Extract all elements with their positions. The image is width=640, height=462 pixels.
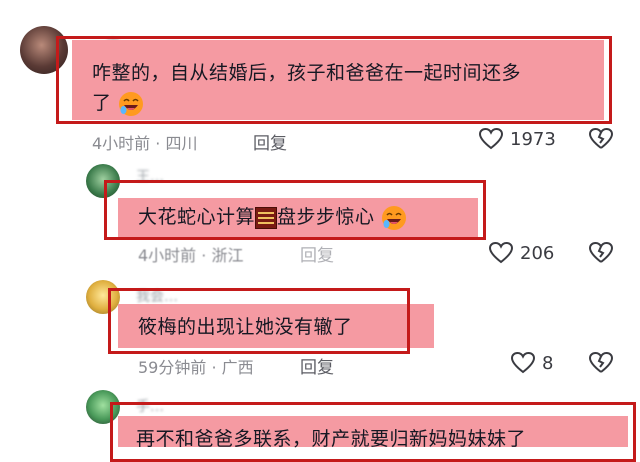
comment-meta: 4小时前 · 四川 xyxy=(92,134,198,153)
comment-1: 文… 咋整的，自从结婚后，孩子和爸爸在一起时间还多 了 4小时前 · 四川 回复… xyxy=(0,0,640,160)
laughing-emoji-icon xyxy=(382,205,407,230)
like-button[interactable]: 206 xyxy=(488,241,554,265)
broken-heart-outline-icon[interactable] xyxy=(588,241,614,265)
heart-outline-icon xyxy=(488,241,514,264)
comment-4: 手… 再不和爸爸多联系，财产就要归新妈妈妹妹了 xyxy=(0,380,640,462)
comment-meta: 4小时前 · 浙江 xyxy=(138,246,244,265)
broken-heart-outline-icon[interactable] xyxy=(588,127,614,151)
like-count: 8 xyxy=(542,352,554,374)
like-count: 206 xyxy=(520,242,555,264)
comment-meta: 59分钟前 · 广西 xyxy=(138,358,254,377)
like-button[interactable]: 8 xyxy=(510,351,553,375)
like-count: 1973 xyxy=(510,128,556,150)
comment-text-line: 咋整的，自从结婚后，孩子和爸爸在一起时间还多 xyxy=(92,62,522,84)
heart-outline-icon xyxy=(478,127,504,150)
reply-button[interactable]: 回复 xyxy=(300,353,334,378)
comment-text-line: 了 xyxy=(92,88,602,118)
heart-outline-icon xyxy=(510,351,536,374)
reply-button[interactable]: 回复 xyxy=(253,129,287,154)
comment-text: 大花蛇心计算 盘步步惊心 xyxy=(138,202,407,232)
comment-text: 再不和爸爸多联系，财产就要归新妈妈妹妹了 xyxy=(136,428,527,450)
reply-button[interactable]: 回复 xyxy=(300,241,334,266)
comment-2: 王… 大花蛇心计算 盘步步惊心 4小时前 · 浙江 回复 206 xyxy=(0,160,640,270)
comment-3: 我会… 筱梅的出现让她没有辙了 59分钟前 · 广西 回复 8 xyxy=(0,270,640,380)
abacus-icon xyxy=(255,206,278,229)
broken-heart-outline-icon[interactable] xyxy=(588,351,614,375)
comment-text: 筱梅的出现让她没有辙了 xyxy=(138,316,353,338)
comment-text: 咋整的，自从结婚后，孩子和爸爸在一起时间还多 了 xyxy=(92,58,602,118)
like-button[interactable]: 1973 xyxy=(478,127,556,151)
laughing-emoji-icon xyxy=(119,91,144,116)
